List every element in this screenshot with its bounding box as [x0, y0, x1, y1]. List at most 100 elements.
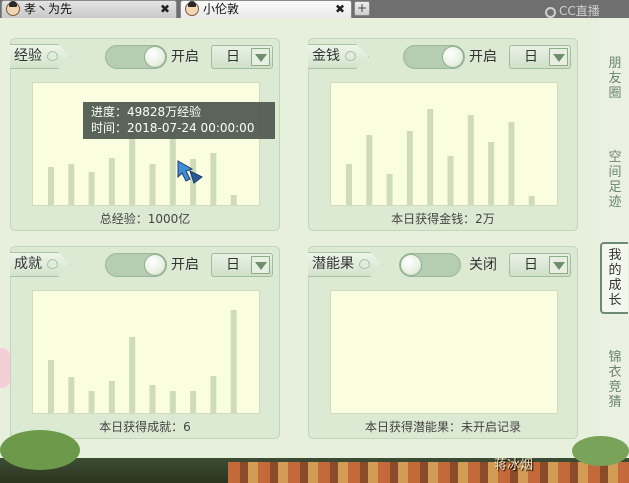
exp-toggle[interactable]	[105, 45, 167, 69]
panel-title-text: 经验	[14, 48, 42, 64]
chart-bar[interactable]	[406, 131, 413, 205]
period-select[interactable]: 日	[211, 253, 273, 277]
panel-caption: 本日获得潜能果：未开启记录	[364, 420, 521, 434]
panel-title-text: 成就	[14, 256, 42, 272]
achievement-toggle[interactable]	[105, 253, 167, 277]
panel-title: 金钱	[308, 44, 369, 69]
period-select[interactable]: 日	[509, 253, 571, 277]
chart-bar[interactable]	[68, 377, 75, 413]
panel-title: 潜能果	[308, 252, 383, 277]
side-tab-space-footprints[interactable]: 空 间 足 迹	[603, 150, 627, 210]
money-chart	[330, 82, 558, 206]
dropdown-arrow-icon[interactable]	[251, 48, 270, 66]
hud-items-strip	[228, 462, 629, 483]
brand-logo: CC直播	[545, 2, 600, 19]
lotus-icon	[345, 51, 356, 61]
period-select[interactable]: 日	[509, 45, 571, 69]
toggle-knob[interactable]	[400, 254, 422, 276]
chart-bar[interactable]	[190, 391, 197, 413]
dropdown-arrow-icon[interactable]	[549, 48, 568, 66]
chart-bar[interactable]	[488, 142, 495, 205]
brand-text: CC直播	[559, 4, 600, 18]
chart-bar[interactable]	[108, 381, 115, 413]
chart-bar[interactable]	[68, 164, 75, 205]
avatar-icon	[6, 1, 20, 16]
chart-bar[interactable]	[149, 385, 156, 413]
chart-bar[interactable]	[386, 174, 393, 205]
toggle-label: 开启	[171, 49, 199, 65]
chart-bar[interactable]	[447, 156, 454, 205]
chart-bar[interactable]	[467, 115, 474, 205]
tooltip-progress: 进度：49828万经验	[91, 105, 202, 119]
panel-caption: 本日获得金钱：2万	[391, 212, 495, 226]
lotus-leaf-decoration	[0, 430, 80, 470]
toggle-label: 开启	[469, 49, 497, 65]
lotus-icon	[47, 51, 58, 61]
side-tab-my-growth[interactable]: 我 的 成 长	[600, 242, 628, 314]
period-select[interactable]: 日	[211, 45, 273, 69]
achievement-bar-chart	[48, 310, 237, 413]
select-value: 日	[226, 49, 240, 65]
select-value: 日	[524, 49, 538, 65]
dropdown-arrow-icon[interactable]	[549, 256, 568, 274]
lotus-flower-decoration	[0, 348, 10, 388]
chart-bar[interactable]	[366, 135, 373, 205]
chart-bar[interactable]	[346, 164, 352, 205]
close-icon[interactable]: ✖	[335, 1, 345, 17]
chart-bar[interactable]	[149, 164, 156, 205]
chart-bar[interactable]	[210, 153, 217, 205]
side-tab-guess[interactable]: 锦 衣 竞 猜	[603, 350, 627, 410]
select-value: 日	[226, 257, 240, 273]
tab-xiao-wei-xian[interactable]: 孝丶为先 ✖	[1, 0, 177, 18]
potential-fruit-chart	[330, 290, 558, 414]
money-toggle[interactable]	[403, 45, 465, 69]
progress-tooltip: 进度：49828万经验 时间：2018-07-24 00:00:00	[83, 102, 275, 139]
lotus-icon	[359, 259, 370, 269]
lotus-leaf-decoration	[572, 436, 629, 466]
player-name: 蒋冰烟	[494, 458, 534, 473]
tooltip-time: 时间：2018-07-24 00:00:00	[91, 121, 255, 135]
tab-xiao-lun-dun[interactable]: 小伦敦 ✖	[180, 0, 352, 18]
chart-bar[interactable]	[427, 109, 434, 205]
money-panel: 金钱 开启 日 本日获得金钱：2万	[308, 38, 578, 231]
chart-bar[interactable]	[129, 337, 136, 413]
chart-bar[interactable]	[210, 376, 217, 413]
chart-bar[interactable]	[88, 391, 95, 413]
chart-bar[interactable]	[129, 131, 136, 205]
chart-bar[interactable]	[230, 310, 237, 413]
chart-bar[interactable]	[169, 391, 176, 413]
potential-fruit-bar-chart	[331, 291, 557, 413]
toggle-knob[interactable]	[144, 46, 166, 68]
panel-title-text: 潜能果	[312, 256, 354, 272]
achievement-chart	[32, 290, 260, 414]
chart-bar[interactable]	[48, 360, 54, 413]
chart-bar[interactable]	[108, 158, 115, 205]
select-value: 日	[524, 257, 538, 273]
new-tab-button[interactable]: +	[354, 1, 370, 16]
side-tab-bar: 朋 友 圈 空 间 足 迹 我 的 成 长 锦 衣 竞 猜	[598, 18, 629, 458]
chart-bar[interactable]	[508, 122, 515, 205]
chart-bar[interactable]	[48, 167, 54, 205]
tab-label: 小伦敦	[203, 2, 240, 16]
close-icon[interactable]: ✖	[160, 1, 170, 17]
game-hud-strip: 蒋冰烟	[0, 458, 629, 483]
chart-bar[interactable]	[528, 196, 535, 205]
tab-bar: 孝丶为先 ✖ 小伦敦 ✖ + CC直播	[0, 0, 629, 18]
panel-title: 成就	[10, 252, 71, 277]
growth-panel-area: 经验 开启 日 总经验：1000亿 金钱 开启 日 本日获得金钱：2万 成就 开…	[0, 18, 598, 458]
potential-fruit-toggle[interactable]	[399, 253, 461, 277]
panel-title-text: 金钱	[312, 48, 340, 64]
achievement-panel: 成就 开启 日 本日获得成就：6	[10, 246, 280, 439]
chart-bar[interactable]	[88, 172, 95, 205]
money-bar-chart	[346, 109, 535, 205]
toggle-label: 关闭	[469, 257, 497, 273]
toggle-label: 开启	[171, 257, 199, 273]
panel-title: 经验	[10, 44, 71, 69]
lotus-icon	[47, 259, 58, 269]
chart-bar[interactable]	[230, 195, 237, 205]
toggle-knob[interactable]	[442, 46, 464, 68]
tab-label: 孝丶为先	[24, 2, 73, 16]
dropdown-arrow-icon[interactable]	[251, 256, 270, 274]
toggle-knob[interactable]	[144, 254, 166, 276]
side-tab-friends[interactable]: 朋 友 圈	[603, 56, 627, 101]
